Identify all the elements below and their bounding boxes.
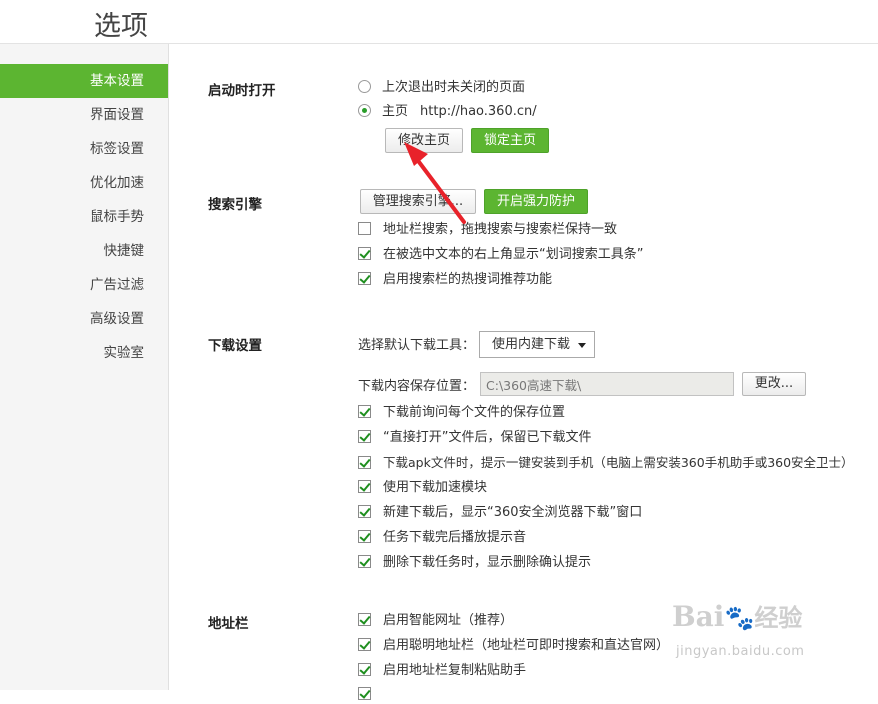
checkbox-label: 启用地址栏复制粘贴助手 <box>383 663 527 678</box>
check-row[interactable]: 地址栏搜索，拖拽搜索与搜索栏保持一致 <box>358 221 617 239</box>
checkbox[interactable] <box>358 222 371 235</box>
checkbox-label: 启用智能网址（推荐） <box>383 613 514 628</box>
checkbox[interactable] <box>358 555 371 568</box>
sidebar-item-ad-filter[interactable]: 广告过滤 <box>0 268 168 302</box>
homepage-url: http://hao.360.cn/ <box>420 104 537 119</box>
checkbox-label: 下载前询问每个文件的保存位置 <box>383 405 566 420</box>
section-title-download: 下载设置 <box>208 338 262 354</box>
startup-option-last-session[interactable]: 上次退出时未关闭的页面 <box>358 79 525 97</box>
sidebar-item-interface[interactable]: 界面设置 <box>0 98 168 132</box>
checkbox-label: 在被选中文本的右上角显示“划词搜索工具条” <box>383 247 644 262</box>
check-row[interactable]: 启用搜索栏的热搜词推荐功能 <box>358 271 552 289</box>
check-row[interactable]: 新建下载后，显示“360安全浏览器下载”窗口 <box>358 504 642 522</box>
download-tool-label: 选择默认下载工具： <box>358 338 476 353</box>
check-row[interactable]: 启用地址栏复制粘贴助手 <box>358 662 526 680</box>
check-row[interactable]: 下载apk文件时，提示一键安装到手机（电脑上需安装360手机助手或360安全卫士… <box>358 454 854 472</box>
checkbox-label: “直接打开”文件后，保留已下载文件 <box>383 430 592 445</box>
check-row[interactable]: 启用聪明地址栏（地址栏可即时搜索和直达官网） <box>358 637 669 655</box>
checkbox-label: 任务下载完后播放提示音 <box>383 530 527 545</box>
check-row[interactable]: 下载前询问每个文件的保存位置 <box>358 404 565 422</box>
section-title-startup: 启动时打开 <box>208 83 276 99</box>
modify-homepage-button[interactable]: 修改主页 <box>385 128 463 153</box>
checkbox[interactable] <box>358 505 371 518</box>
checkbox[interactable] <box>358 638 371 651</box>
window-title: 选项 <box>94 11 148 42</box>
check-row[interactable]: “直接打开”文件后，保留已下载文件 <box>358 429 591 447</box>
radio-last-session[interactable] <box>358 80 371 93</box>
sidebar-item-basic[interactable]: 基本设置 <box>0 64 168 98</box>
checkbox-label: 新建下载后，显示“360安全浏览器下载”窗口 <box>383 505 643 520</box>
check-row[interactable]: 使用下载加速模块 <box>358 479 487 497</box>
sidebar: 基本设置 界面设置 标签设置 优化加速 鼠标手势 快捷键 广告过滤 高级设置 实… <box>0 44 169 690</box>
checkbox[interactable] <box>358 247 371 260</box>
radio-label: 上次退出时未关闭的页面 <box>382 80 526 95</box>
lock-homepage-button[interactable]: 锁定主页 <box>471 128 549 153</box>
radio-homepage[interactable] <box>358 104 371 117</box>
checkbox <box>358 687 371 700</box>
check-row <box>358 686 383 704</box>
sidebar-item-shortcuts[interactable]: 快捷键 <box>0 234 168 268</box>
check-row[interactable]: 删除下载任务时，显示删除确认提示 <box>358 554 591 572</box>
paw-icon: 🐾 <box>724 604 755 632</box>
checkbox[interactable] <box>358 430 371 443</box>
checkbox-label: 启用搜索栏的热搜词推荐功能 <box>383 272 553 287</box>
download-path-label: 下载内容保存位置： <box>358 379 476 394</box>
check-row[interactable]: 在被选中文本的右上角显示“划词搜索工具条” <box>358 246 643 264</box>
download-tool-value: 使用内建下载 <box>492 337 571 352</box>
section-title-addressbar: 地址栏 <box>208 616 249 632</box>
sidebar-item-mouse-gestures[interactable]: 鼠标手势 <box>0 200 168 234</box>
checkbox[interactable] <box>358 456 371 469</box>
check-row[interactable]: 任务下载完后播放提示音 <box>358 529 526 547</box>
radio-label: 主页 <box>382 104 409 119</box>
sidebar-item-optimize[interactable]: 优化加速 <box>0 166 168 200</box>
checkbox[interactable] <box>358 272 371 285</box>
download-path-input[interactable] <box>480 372 734 396</box>
download-tool-select[interactable]: 使用内建下载 <box>479 331 595 358</box>
checkbox-label: 使用下载加速模块 <box>383 480 488 495</box>
chevron-down-icon <box>578 343 586 348</box>
change-path-button[interactable]: 更改... <box>742 372 806 396</box>
enable-protection-button[interactable]: 开启强力防护 <box>484 189 588 214</box>
sidebar-item-advanced[interactable]: 高级设置 <box>0 302 168 336</box>
checkbox-label: 地址栏搜索，拖拽搜索与搜索栏保持一致 <box>383 222 618 237</box>
watermark-site: jingyan.baidu.com <box>676 644 805 659</box>
sidebar-item-lab[interactable]: 实验室 <box>0 336 168 370</box>
check-row[interactable]: 启用智能网址（推荐） <box>358 612 513 630</box>
manage-search-engines-button[interactable]: 管理搜索引擎... <box>360 189 476 214</box>
checkbox[interactable] <box>358 530 371 543</box>
checkbox[interactable] <box>358 663 371 676</box>
watermark-logo-jingyan: 经验 <box>754 603 803 632</box>
checkbox-label: 下载apk文件时，提示一键安装到手机（电脑上需安装360手机助手或360安全卫士… <box>383 455 854 470</box>
startup-option-homepage[interactable]: 主页 http://hao.360.cn/ <box>358 103 537 121</box>
sidebar-item-tabs[interactable]: 标签设置 <box>0 132 168 166</box>
checkbox[interactable] <box>358 613 371 626</box>
checkbox[interactable] <box>358 480 371 493</box>
checkbox[interactable] <box>358 405 371 418</box>
checkbox-label: 启用聪明地址栏（地址栏可即时搜索和直达官网） <box>383 638 670 653</box>
section-title-search: 搜索引擎 <box>208 197 262 213</box>
watermark-logo-text: Bai <box>672 600 725 633</box>
checkbox-label: 删除下载任务时，显示删除确认提示 <box>383 555 592 570</box>
baidu-watermark: Bai🐾经验 jingyan.baidu.com <box>672 598 804 659</box>
